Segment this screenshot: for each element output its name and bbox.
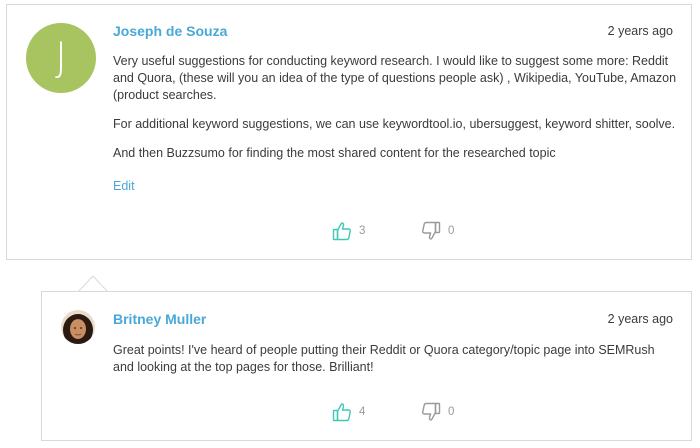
comment-author[interactable]: Britney Muller xyxy=(113,311,206,327)
comment-author[interactable]: Joseph de Souza xyxy=(113,23,227,39)
upvote-button[interactable]: 3 xyxy=(332,221,365,241)
comment-paragraph: Great points! I've heard of people putti… xyxy=(113,343,655,374)
upvote-button[interactable]: 4 xyxy=(332,402,365,422)
edit-link[interactable]: Edit xyxy=(113,179,135,193)
comment-paragraph: Very useful suggestions for conducting k… xyxy=(113,54,677,102)
comment-timestamp: 2 years ago xyxy=(607,24,673,38)
reply-connector-arrow xyxy=(78,275,108,292)
thumbs-up-icon xyxy=(332,403,351,422)
downvote-count: 0 xyxy=(448,406,455,418)
comment-body: Very useful suggestions for conducting k… xyxy=(113,53,677,174)
reply-card: Britney Muller 2 years ago Great points!… xyxy=(41,291,692,441)
avatar[interactable] xyxy=(61,310,95,344)
comment-body: Great points! I've heard of people putti… xyxy=(113,342,673,388)
comment-timestamp: 2 years ago xyxy=(607,312,673,326)
comment-paragraph: And then Buzzsumo for finding the most s… xyxy=(113,146,556,160)
comment-card: J Joseph de Souza 2 years ago Very usefu… xyxy=(6,4,692,260)
downvote-button[interactable]: 0 xyxy=(421,402,454,422)
upvote-count: 3 xyxy=(359,225,366,237)
upvote-count: 4 xyxy=(359,406,366,418)
avatar[interactable]: J xyxy=(26,23,96,93)
downvote-count: 0 xyxy=(448,225,455,237)
thumbs-down-icon xyxy=(422,221,441,240)
thumbs-up-icon xyxy=(332,222,351,241)
downvote-button[interactable]: 0 xyxy=(421,221,454,241)
thumbs-down-icon xyxy=(422,402,441,421)
comment-paragraph: For additional keyword suggestions, we c… xyxy=(113,117,676,131)
